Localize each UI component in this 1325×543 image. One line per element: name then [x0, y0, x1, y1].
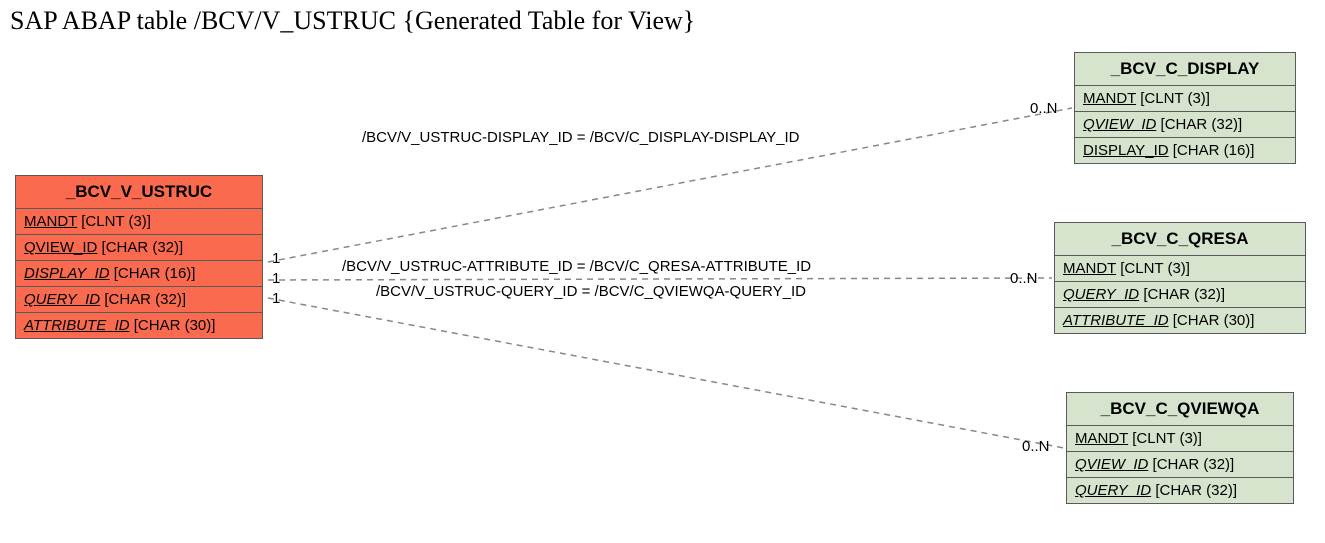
field-key: ATTRIBUTE_ID	[24, 317, 130, 334]
table-row: ATTRIBUTE_ID [CHAR (30)]	[1055, 308, 1305, 333]
cardinality-left-2: 1	[272, 270, 280, 287]
table-row: QUERY_ID [CHAR (32)]	[1067, 478, 1293, 503]
field-key: MANDT	[1063, 260, 1116, 277]
field-type: [CHAR (32)]	[102, 239, 184, 256]
entity-qresa-header: _BCV_C_QRESA	[1055, 223, 1305, 256]
field-key: QUERY_ID	[24, 291, 100, 308]
entity-ustruc: _BCV_V_USTRUC MANDT [CLNT (3)] QVIEW_ID …	[15, 175, 263, 339]
table-row: QUERY_ID [CHAR (32)]	[16, 287, 262, 313]
table-row: MANDT [CLNT (3)]	[1055, 256, 1305, 282]
cardinality-right-3: 0..N	[1022, 438, 1050, 455]
table-row: DISPLAY_ID [CHAR (16)]	[1075, 138, 1295, 163]
field-type: [CHAR (30)]	[1173, 312, 1255, 329]
field-key: QUERY_ID	[1075, 482, 1151, 499]
page-title: SAP ABAP table /BCV/V_USTRUC {Generated …	[10, 6, 695, 36]
table-row: MANDT [CLNT (3)]	[1067, 426, 1293, 452]
table-row: QVIEW_ID [CHAR (32)]	[1075, 112, 1295, 138]
field-key: ATTRIBUTE_ID	[1063, 312, 1169, 329]
field-type: [CHAR (32)]	[104, 291, 186, 308]
entity-qresa: _BCV_C_QRESA MANDT [CLNT (3)] QUERY_ID […	[1054, 222, 1306, 334]
table-row: ATTRIBUTE_ID [CHAR (30)]	[16, 313, 262, 338]
field-key: QVIEW_ID	[1075, 456, 1148, 473]
field-type: [CHAR (30)]	[134, 317, 216, 334]
entity-ustruc-header: _BCV_V_USTRUC	[16, 176, 262, 209]
field-type: [CLNT (3)]	[1120, 260, 1190, 277]
field-key: QVIEW_ID	[24, 239, 97, 256]
relation-label-1: /BCV/V_USTRUC-DISPLAY_ID = /BCV/C_DISPLA…	[362, 129, 800, 146]
cardinality-right-1: 0..N	[1030, 100, 1058, 117]
table-row: QUERY_ID [CHAR (32)]	[1055, 282, 1305, 308]
field-key: QVIEW_ID	[1083, 116, 1156, 133]
field-key: DISPLAY_ID	[1083, 142, 1169, 159]
field-type: [CLNT (3)]	[1132, 430, 1202, 447]
table-row: MANDT [CLNT (3)]	[1075, 86, 1295, 112]
entity-qviewqa-header: _BCV_C_QVIEWQA	[1067, 393, 1293, 426]
relation-label-3: /BCV/V_USTRUC-QUERY_ID = /BCV/C_QVIEWQA-…	[376, 283, 806, 300]
entity-display: _BCV_C_DISPLAY MANDT [CLNT (3)] QVIEW_ID…	[1074, 52, 1296, 164]
field-type: [CHAR (16)]	[1173, 142, 1255, 159]
field-type: [CLNT (3)]	[81, 213, 151, 230]
field-type: [CHAR (32)]	[1155, 482, 1237, 499]
field-key: QUERY_ID	[1063, 286, 1139, 303]
field-type: [CHAR (32)]	[1143, 286, 1225, 303]
field-type: [CHAR (32)]	[1153, 456, 1235, 473]
table-row: MANDT [CLNT (3)]	[16, 209, 262, 235]
field-key: MANDT	[1075, 430, 1128, 447]
field-type: [CHAR (16)]	[114, 265, 196, 282]
table-row: DISPLAY_ID [CHAR (16)]	[16, 261, 262, 287]
table-row: QVIEW_ID [CHAR (32)]	[1067, 452, 1293, 478]
field-type: [CHAR (32)]	[1161, 116, 1243, 133]
entity-qviewqa: _BCV_C_QVIEWQA MANDT [CLNT (3)] QVIEW_ID…	[1066, 392, 1294, 504]
field-key: MANDT	[24, 213, 77, 230]
cardinality-left-3: 1	[272, 290, 280, 307]
relation-label-2: /BCV/V_USTRUC-ATTRIBUTE_ID = /BCV/C_QRES…	[342, 258, 811, 275]
entity-display-header: _BCV_C_DISPLAY	[1075, 53, 1295, 86]
field-key: MANDT	[1083, 90, 1136, 107]
field-key: DISPLAY_ID	[24, 265, 110, 282]
table-row: QVIEW_ID [CHAR (32)]	[16, 235, 262, 261]
field-type: [CLNT (3)]	[1140, 90, 1210, 107]
cardinality-left-1: 1	[272, 250, 280, 267]
cardinality-right-2: 0..N	[1010, 270, 1038, 287]
